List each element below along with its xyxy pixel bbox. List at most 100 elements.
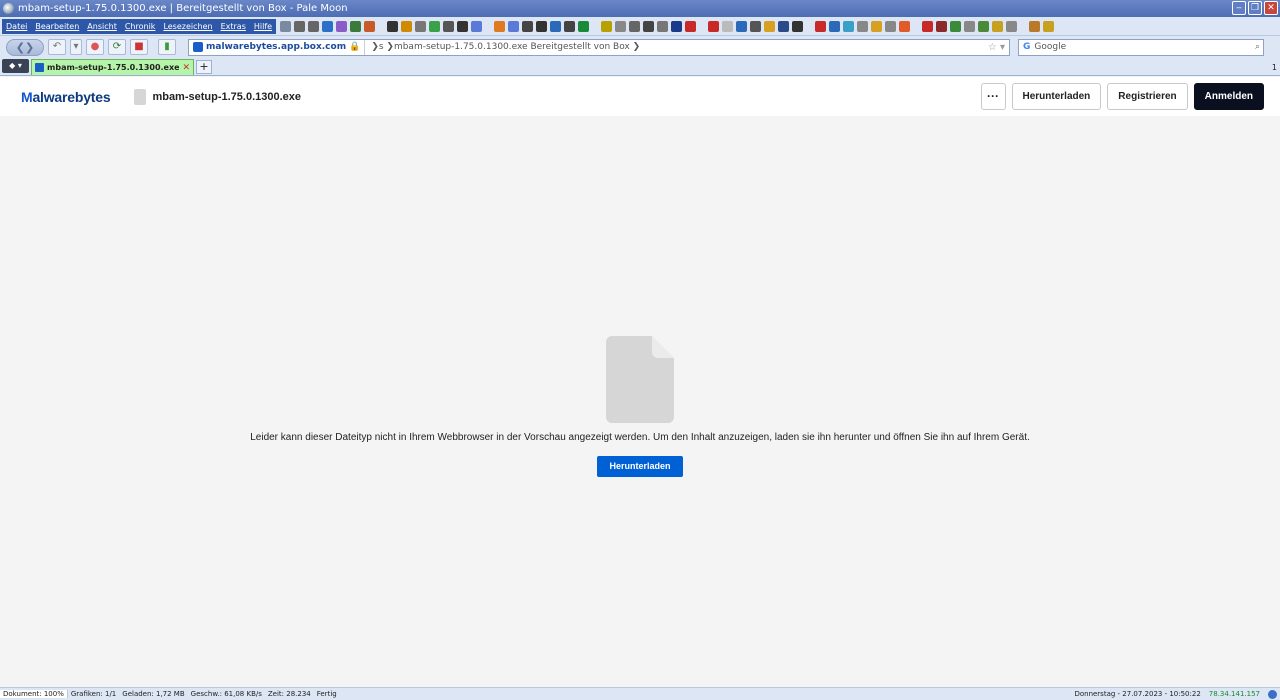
menu-lesezeichen[interactable]: Lesezeichen: [159, 22, 216, 31]
toolbar-addon-icon[interactable]: [815, 20, 827, 32]
toolbar-addon-icon[interactable]: [294, 20, 306, 32]
toolbar-addon-icon[interactable]: [671, 20, 683, 32]
close-window-button[interactable]: ✕: [1264, 1, 1278, 15]
toolbar-addon-icon[interactable]: [401, 20, 413, 32]
search-bar[interactable]: G Google ⌕: [1018, 38, 1264, 56]
toolbar-addon-icon[interactable]: [471, 20, 483, 32]
reload-icon[interactable]: ⟳: [108, 39, 126, 55]
toolbar-addon-icon[interactable]: [522, 20, 534, 32]
sidebar-icon[interactable]: ▮: [158, 39, 176, 55]
url-bar[interactable]: malwarebytes.app.box.com 🔒 ❯s ❯mbam-setu…: [188, 38, 1010, 56]
file-icon: [134, 88, 147, 105]
toolbar-addon-icon[interactable]: [722, 20, 734, 32]
status-document: Dokument: 100%: [0, 690, 68, 698]
search-icon[interactable]: ⌕: [1255, 42, 1263, 52]
toolbar-addon-icon[interactable]: [536, 20, 548, 32]
preview-download-button[interactable]: Herunterladen: [597, 456, 683, 477]
toolbar-addon-icon[interactable]: [443, 20, 455, 32]
stop-icon[interactable]: ●: [86, 39, 104, 55]
toolbar-addon-icon[interactable]: [601, 20, 613, 32]
toolbar-addon-icon[interactable]: [736, 20, 748, 32]
toolbar-addon-icon[interactable]: [936, 20, 948, 32]
toolbar-addon-icon[interactable]: [685, 20, 697, 32]
addon-toolbar: [280, 20, 1280, 32]
toolbar-addon-icon[interactable]: [578, 20, 590, 32]
menu-datei[interactable]: Datei: [2, 22, 31, 31]
menu-extras[interactable]: Extras: [217, 22, 250, 31]
malwarebytes-logo[interactable]: Malwarebytes: [21, 89, 111, 105]
toolbar-addon-icon[interactable]: [322, 20, 334, 32]
toolbar-addon-icon[interactable]: [429, 20, 441, 32]
toolbar-addon-icon[interactable]: [829, 20, 841, 32]
status-graphics: Grafiken: 1/1: [70, 690, 117, 698]
toolbar-addon-icon[interactable]: [764, 20, 776, 32]
new-tab-button[interactable]: +: [196, 60, 212, 74]
toolbar-addon-icon[interactable]: [280, 20, 292, 32]
adblock-icon[interactable]: ■: [130, 39, 148, 55]
status-datetime: Donnerstag - 27.07.2023 - 10:50:22: [1074, 690, 1201, 698]
back-forward-button[interactable]: ❮❯: [6, 38, 44, 56]
url-site-label: malwarebytes.app.box.com: [206, 42, 347, 52]
toolbar-addon-icon[interactable]: [1029, 20, 1041, 32]
menu-bearbeiten[interactable]: Bearbeiten: [31, 22, 83, 31]
toolbar-addon-icon[interactable]: [336, 20, 348, 32]
toolbar-addon-icon[interactable]: [564, 20, 576, 32]
toolbar-addon-icon[interactable]: [387, 20, 399, 32]
menu-chronik[interactable]: Chronik: [121, 22, 160, 31]
dropdown-arrow-icon[interactable]: ▾: [70, 39, 82, 55]
toolbar-addon-icon[interactable]: [950, 20, 962, 32]
globe-icon[interactable]: [1268, 689, 1277, 699]
toolbar-addon-icon[interactable]: [308, 20, 320, 32]
toolbar-addon-icon[interactable]: [992, 20, 1004, 32]
menu-hilfe[interactable]: Hilfe: [250, 22, 276, 31]
tab-close-icon[interactable]: ✕: [182, 63, 190, 73]
window-controls: ‒ ❐ ✕: [1232, 1, 1278, 15]
toolbar-addon-icon[interactable]: [922, 20, 934, 32]
toolbar-addon-icon[interactable]: [415, 20, 427, 32]
toolbar-addon-icon[interactable]: [657, 20, 669, 32]
toolbar-addon-icon[interactable]: [708, 20, 720, 32]
status-bar: Dokument: 100% Grafiken: 1/1 Geladen: 1,…: [0, 687, 1280, 700]
bookmark-star-icon[interactable]: ☆ ▾: [988, 42, 1009, 53]
toolbar-addon-icon[interactable]: [964, 20, 976, 32]
toolbar-addon-icon[interactable]: [494, 20, 506, 32]
toolbar-addon-icon[interactable]: [750, 20, 762, 32]
status-state: Fertig: [316, 690, 337, 698]
login-button[interactable]: Anmelden: [1193, 83, 1264, 110]
toolbar-addon-icon[interactable]: [778, 20, 790, 32]
minimize-button[interactable]: ‒: [1232, 1, 1246, 15]
site-identity[interactable]: malwarebytes.app.box.com 🔒: [189, 39, 366, 55]
toolbar-addon-icon[interactable]: [1006, 20, 1018, 32]
toolbar-addon-icon[interactable]: [550, 20, 562, 32]
toolbar-addon-icon[interactable]: [899, 20, 911, 32]
menu-ansicht[interactable]: Ansicht: [83, 22, 121, 31]
tab-active[interactable]: mbam-setup-1.75.0.1300.exe | Ber ✕: [31, 59, 194, 75]
toolbar-addon-icon[interactable]: [457, 20, 469, 32]
download-button[interactable]: Herunterladen: [1011, 83, 1102, 110]
toolbar-addon-icon[interactable]: [978, 20, 990, 32]
tab-list-button[interactable]: ◆ ▾: [2, 59, 29, 73]
toolbar-addon-icon[interactable]: [643, 20, 655, 32]
toolbar-addon-icon[interactable]: [885, 20, 897, 32]
tab-title: mbam-setup-1.75.0.1300.exe | Ber: [47, 63, 180, 72]
toolbar-addon-icon[interactable]: [364, 20, 376, 32]
toolbar-addon-icon[interactable]: [508, 20, 520, 32]
register-button[interactable]: Registrieren: [1107, 83, 1188, 110]
toolbar-addon-icon[interactable]: [857, 20, 869, 32]
google-icon[interactable]: G: [1023, 42, 1030, 52]
status-right: Donnerstag - 27.07.2023 - 10:50:22 78.34…: [1074, 689, 1280, 699]
menu-bar: Datei Bearbeiten Ansicht Chronik Lesezei…: [2, 18, 277, 34]
toolbar-addon-icon[interactable]: [615, 20, 627, 32]
toolbar-addon-icon[interactable]: [843, 20, 855, 32]
undo-close-tab-icon[interactable]: ↶: [48, 39, 66, 55]
toolbar-addon-icon[interactable]: [350, 20, 362, 32]
restore-button[interactable]: ❐: [1248, 1, 1262, 15]
more-options-button[interactable]: ···: [980, 83, 1006, 110]
toolbar-addon-icon[interactable]: [792, 20, 804, 32]
window-titlebar: mbam-setup-1.75.0.1300.exe | Bereitgeste…: [0, 0, 1280, 17]
toolbar-addon-icon[interactable]: [629, 20, 641, 32]
toolbar-addon-icon[interactable]: [1043, 20, 1055, 32]
toolbar-addon-icon[interactable]: [871, 20, 883, 32]
pale-moon-icon: [3, 3, 14, 14]
navigation-bar: ❮❯ ↶ ▾ ● ⟳ ■ ▮ malwarebytes.app.box.com …: [0, 36, 1280, 58]
